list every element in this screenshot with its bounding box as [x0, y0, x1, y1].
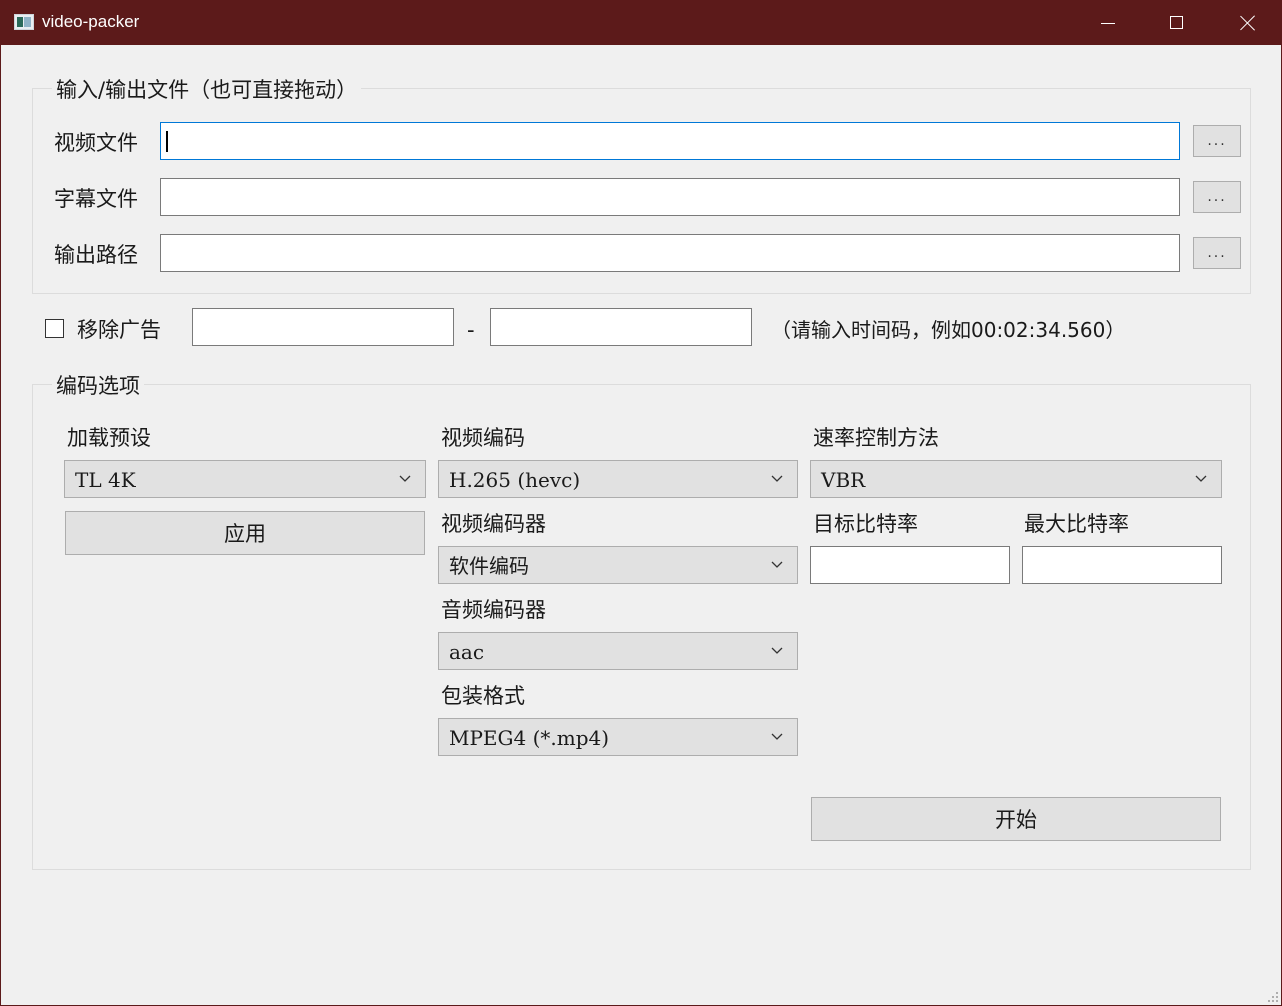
video-file-label: 视频文件 — [54, 131, 138, 155]
chevron-down-icon — [771, 472, 783, 484]
resize-grip-icon[interactable] — [1267, 991, 1279, 1003]
text-caret — [166, 131, 168, 152]
maximize-button[interactable] — [1141, 1, 1211, 45]
video-codec-value: H.265 (hevc) — [449, 468, 581, 492]
rate-control-combo[interactable]: VBR — [810, 460, 1222, 498]
target-bitrate-label: 目标比特率 — [813, 512, 918, 536]
audio-encoder-value: aac — [449, 640, 485, 664]
video-codec-label: 视频编码 — [441, 426, 525, 450]
maximize-icon — [1170, 16, 1183, 29]
chevron-down-icon — [1195, 472, 1207, 484]
container-format-combo[interactable]: MPEG4 (*.mp4) — [438, 718, 798, 756]
apply-preset-button[interactable]: 应用 — [65, 511, 425, 555]
io-group-title: 输入/输出文件（也可直接拖动） — [52, 78, 362, 102]
chevron-down-icon — [771, 558, 783, 570]
subtitle-file-browse-button[interactable]: ... — [1193, 181, 1241, 213]
video-encoder-label: 视频编码器 — [441, 512, 546, 536]
close-button[interactable] — [1211, 1, 1281, 45]
chevron-down-icon — [771, 730, 783, 742]
minimize-icon — [1101, 23, 1115, 24]
video-file-input[interactable] — [160, 122, 1180, 160]
timecode-separator: - — [467, 318, 475, 342]
output-path-label: 输出路径 — [54, 243, 138, 267]
target-bitrate-input[interactable] — [810, 546, 1010, 584]
window-title: video-packer — [42, 12, 140, 31]
video-codec-combo[interactable]: H.265 (hevc) — [438, 460, 798, 498]
preset-value: TL 4K — [75, 468, 136, 492]
container-format-value: MPEG4 (*.mp4) — [449, 726, 610, 750]
max-bitrate-input[interactable] — [1022, 546, 1222, 584]
remove-ads-checkbox[interactable] — [45, 319, 64, 338]
max-bitrate-label: 最大比特率 — [1024, 512, 1129, 536]
app-window: video-packer 输入/输出文件（也可直接拖动） 视频文件 ... 字幕… — [0, 0, 1282, 1006]
start-button[interactable]: 开始 — [811, 797, 1221, 841]
close-icon — [1240, 15, 1256, 31]
app-icon — [14, 14, 34, 30]
video-encoder-combo[interactable]: 软件编码 — [438, 546, 798, 584]
encode-group-title: 编码选项 — [52, 374, 144, 398]
preset-combo[interactable]: TL 4K — [64, 460, 426, 498]
minimize-button[interactable] — [1071, 1, 1141, 45]
video-file-browse-button[interactable]: ... — [1193, 125, 1241, 157]
container-format-label: 包装格式 — [441, 684, 525, 708]
rate-control-label: 速率控制方法 — [813, 426, 939, 450]
video-encoder-value: 软件编码 — [449, 554, 529, 578]
timecode-hint: （请输入时间码，例如00:02:34.560） — [771, 318, 1126, 342]
subtitle-file-input[interactable] — [160, 178, 1180, 216]
subtitle-file-label: 字幕文件 — [54, 187, 138, 211]
ad-end-timecode-input[interactable] — [490, 308, 752, 346]
chevron-down-icon — [399, 472, 411, 484]
output-path-browse-button[interactable]: ... — [1193, 237, 1241, 269]
rate-control-value: VBR — [821, 468, 866, 492]
remove-ads-label[interactable]: 移除广告 — [77, 317, 161, 343]
output-path-input[interactable] — [160, 234, 1180, 272]
audio-encoder-label: 音频编码器 — [441, 598, 546, 622]
audio-encoder-combo[interactable]: aac — [438, 632, 798, 670]
ad-start-timecode-input[interactable] — [192, 308, 454, 346]
chevron-down-icon — [771, 644, 783, 656]
title-bar[interactable]: video-packer — [1, 1, 1281, 45]
preset-label: 加载预设 — [67, 426, 151, 450]
